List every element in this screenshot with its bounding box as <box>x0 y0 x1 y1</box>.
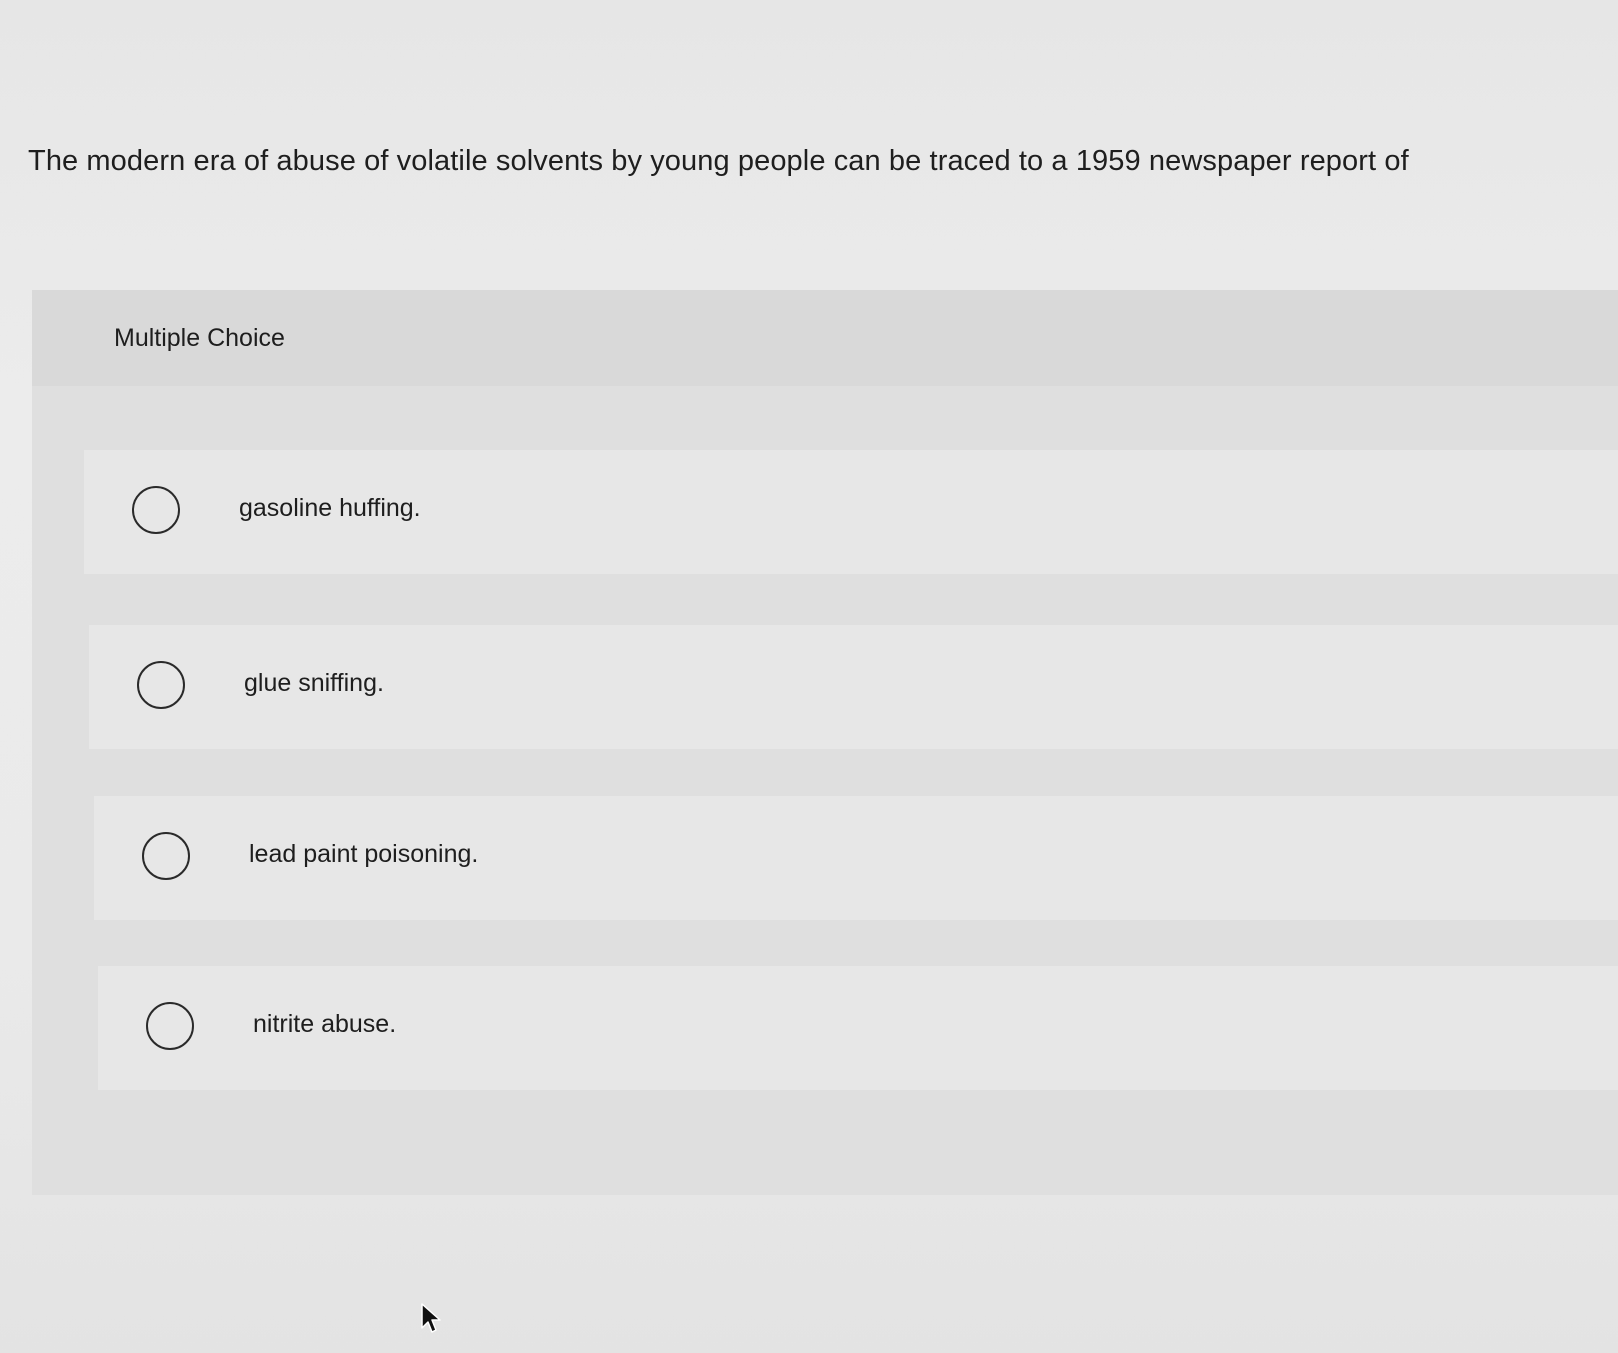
answer-option-label: lead paint poisoning. <box>249 840 479 868</box>
answer-option-4[interactable]: nitrite abuse. <box>98 966 1618 1090</box>
question-text: The modern era of abuse of volatile solv… <box>28 145 1409 177</box>
answer-option-1[interactable]: gasoline huffing. <box>84 450 1618 574</box>
multiple-choice-header: Multiple Choice <box>32 290 1618 386</box>
answer-option-label: nitrite abuse. <box>253 1010 397 1038</box>
multiple-choice-panel: Multiple Choice gasoline huffing. glue s… <box>32 290 1618 1195</box>
radio-unselected-icon[interactable] <box>142 832 190 880</box>
radio-unselected-icon[interactable] <box>137 661 185 709</box>
answer-option-3[interactable]: lead paint poisoning. <box>94 796 1618 920</box>
radio-unselected-icon[interactable] <box>146 1002 194 1050</box>
answer-option-label: gasoline huffing. <box>239 494 421 522</box>
answer-option-label: glue sniffing. <box>244 669 384 697</box>
answer-option-2[interactable]: glue sniffing. <box>89 625 1618 749</box>
mouse-pointer-icon <box>421 1303 441 1333</box>
radio-unselected-icon[interactable] <box>132 486 180 534</box>
multiple-choice-label: Multiple Choice <box>114 324 285 352</box>
